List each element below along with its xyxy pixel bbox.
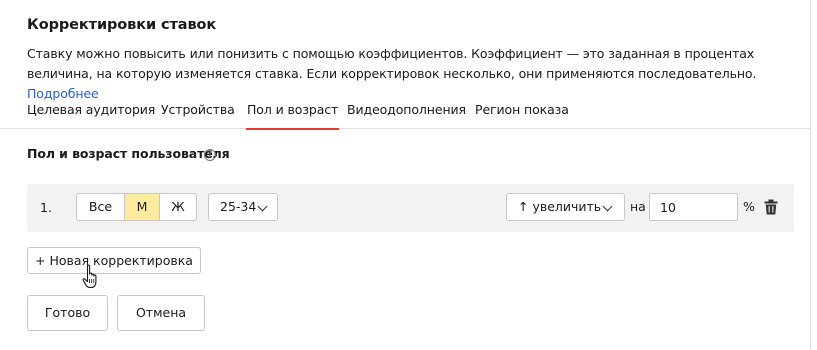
question-circle-icon[interactable]: ? [204, 149, 216, 161]
tab-video-extensions[interactable]: Видеодополнения [347, 99, 466, 129]
tab-gender-age[interactable]: Пол и возраст [245, 99, 340, 130]
gender-all-button[interactable]: Все [77, 194, 125, 220]
tabs-bar: Целевая аудитория Устройства Пол и возра… [0, 99, 811, 130]
bid-adjustments-panel: Корректировки ставок Ставку можно повыси… [0, 0, 811, 350]
tab-target-audience[interactable]: Целевая аудитория [27, 99, 155, 129]
description-text: Ставку можно повысить или понизить с пом… [27, 46, 757, 81]
description: Ставку можно повысить или понизить с пом… [27, 44, 797, 104]
direction-value: ↑ увеличить [518, 199, 602, 214]
percent-input[interactable] [649, 193, 738, 221]
tab-devices[interactable]: Устройства [161, 99, 235, 129]
gender-male-button[interactable]: М [125, 194, 160, 220]
panel-title: Корректировки ставок [27, 17, 217, 33]
direction-select[interactable]: ↑ увеличить [506, 193, 625, 221]
age-select[interactable]: 25-34 [208, 193, 278, 221]
row-number: 1. [40, 200, 52, 215]
add-adjustment-button[interactable]: + Новая корректировка [27, 247, 201, 274]
done-button[interactable]: Готово [27, 295, 108, 331]
gender-selector: Все М Ж [76, 193, 197, 221]
age-value: 25-34 [220, 199, 257, 214]
section-label: Пол и возраст пользователя [27, 146, 230, 161]
chevron-down-icon [602, 201, 613, 212]
preposition-label: на [630, 199, 646, 214]
chevron-down-icon [257, 201, 268, 212]
adjustment-row: 1. Все М Ж 25-34 ↑ увеличить на % [27, 184, 794, 232]
cancel-button[interactable]: Отмена [117, 295, 205, 331]
percent-sign: % [743, 199, 755, 214]
gender-female-button[interactable]: Ж [160, 194, 196, 220]
trash-icon[interactable] [764, 199, 778, 215]
hand-cursor-icon [82, 264, 97, 289]
tab-region[interactable]: Регион показа [475, 99, 569, 129]
